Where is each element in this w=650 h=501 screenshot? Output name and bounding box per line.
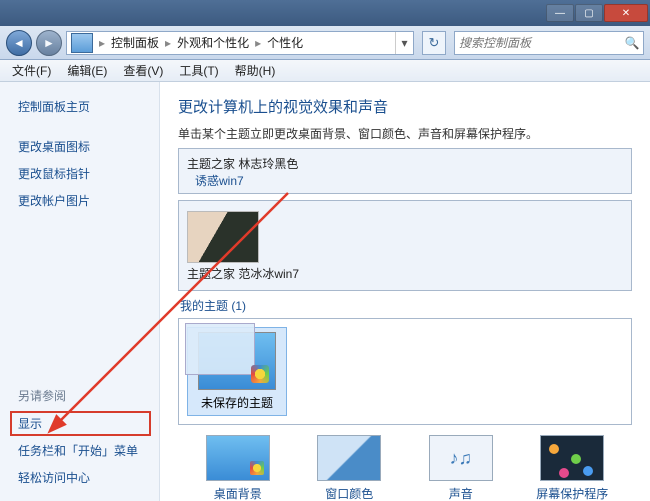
menu-view[interactable]: 查看(V) xyxy=(115,60,171,81)
breadcrumb-item[interactable]: 个性化 xyxy=(263,34,307,51)
wallpaper-icon xyxy=(206,435,270,481)
settings-row: 桌面背景 Harmony 窗口颜色 天空 声音 Windows 默认 屏幕保护程… xyxy=(178,435,632,501)
sidebar-home[interactable]: 控制面板主页 xyxy=(0,94,159,123)
window-color-icon xyxy=(317,435,381,481)
sidebar-desktop-icons[interactable]: 更改桌面图标 xyxy=(0,133,159,160)
chevron-right-icon: ▸ xyxy=(253,36,263,50)
maximize-button[interactable]: ▢ xyxy=(575,4,603,22)
desktop-background-link[interactable]: 桌面背景 Harmony xyxy=(186,435,290,501)
search-input[interactable] xyxy=(455,36,621,50)
window-color-link[interactable]: 窗口颜色 天空 xyxy=(297,435,401,501)
sidebar-display[interactable]: 显示 xyxy=(10,411,151,436)
menu-file[interactable]: 文件(F) xyxy=(4,60,59,81)
setting-label: 桌面背景 xyxy=(186,485,290,501)
sidebar: 控制面板主页 更改桌面图标 更改鼠标指针 更改帐户图片 另请参阅 显示 任务栏和… xyxy=(0,82,160,501)
sidebar-taskbar[interactable]: 任务栏和「开始」菜单 xyxy=(0,437,159,464)
menu-help[interactable]: 帮助(H) xyxy=(227,60,284,81)
nav-toolbar: ◄ ► ▸ 控制面板 ▸ 外观和个性化 ▸ 个性化 ▾ ↻ 🔍 xyxy=(0,26,650,60)
page-title: 更改计算机上的视觉效果和声音 xyxy=(178,96,632,117)
titlebar: — ▢ ✕ xyxy=(0,0,650,26)
theme-name: 主题之家 林志玲黑色 xyxy=(187,157,298,171)
address-dropdown[interactable]: ▾ xyxy=(395,32,413,54)
breadcrumb-item[interactable]: 外观和个性化 xyxy=(173,34,253,51)
setting-label: 屏幕保护程序 xyxy=(520,485,624,501)
sidebar-see-also: 另请参阅 xyxy=(0,383,159,410)
minimize-button[interactable]: — xyxy=(546,4,574,22)
sound-icon xyxy=(429,435,493,481)
theme-item-unsaved[interactable]: 未保存的主题 xyxy=(187,327,287,416)
setting-label: 窗口颜色 xyxy=(297,485,401,501)
screensaver-icon xyxy=(540,435,604,481)
forward-button[interactable]: ► xyxy=(36,30,62,56)
theme-thumbnail xyxy=(198,332,276,390)
sidebar-account-picture[interactable]: 更改帐户图片 xyxy=(0,187,159,214)
control-panel-icon xyxy=(71,33,93,53)
sidebar-mouse-pointers[interactable]: 更改鼠标指针 xyxy=(0,160,159,187)
theme-desc: 诱惑win7 xyxy=(187,174,244,188)
page-subtitle: 单击某个主题立即更改桌面背景、窗口颜色、声音和屏幕保护程序。 xyxy=(178,125,632,142)
my-themes-label: 我的主题 (1) xyxy=(180,297,632,314)
address-bar[interactable]: ▸ 控制面板 ▸ 外观和个性化 ▸ 个性化 ▾ xyxy=(66,31,414,55)
setting-label: 声音 xyxy=(409,485,513,501)
screensaver-link[interactable]: 屏幕保护程序 气泡 xyxy=(520,435,624,501)
chevron-right-icon: ▸ xyxy=(163,36,173,50)
sounds-link[interactable]: 声音 Windows 默认 xyxy=(409,435,513,501)
theme-name: 主题之家 范冰冰win7 xyxy=(187,267,299,281)
menu-tools[interactable]: 工具(T) xyxy=(171,60,226,81)
back-button[interactable]: ◄ xyxy=(6,30,32,56)
chevron-right-icon: ▸ xyxy=(97,36,107,50)
sidebar-ease-of-access[interactable]: 轻松访问中心 xyxy=(0,464,159,491)
close-button[interactable]: ✕ xyxy=(604,4,648,22)
breadcrumb-item[interactable]: 控制面板 xyxy=(107,34,163,51)
refresh-button[interactable]: ↻ xyxy=(422,31,446,55)
menu-bar: 文件(F) 编辑(E) 查看(V) 工具(T) 帮助(H) xyxy=(0,60,650,82)
theme-entry[interactable]: 主题之家 范冰冰win7 xyxy=(178,200,632,291)
search-icon[interactable]: 🔍 xyxy=(621,36,643,50)
theme-entry[interactable]: 主题之家 林志玲黑色 诱惑win7 xyxy=(178,148,632,194)
main-panel: 更改计算机上的视觉效果和声音 单击某个主题立即更改桌面背景、窗口颜色、声音和屏幕… xyxy=(160,82,650,501)
theme-thumbnail xyxy=(187,211,259,263)
theme-caption: 未保存的主题 xyxy=(192,394,282,411)
search-box[interactable]: 🔍 xyxy=(454,31,644,55)
my-themes-box: 未保存的主题 xyxy=(178,318,632,425)
menu-edit[interactable]: 编辑(E) xyxy=(59,60,115,81)
